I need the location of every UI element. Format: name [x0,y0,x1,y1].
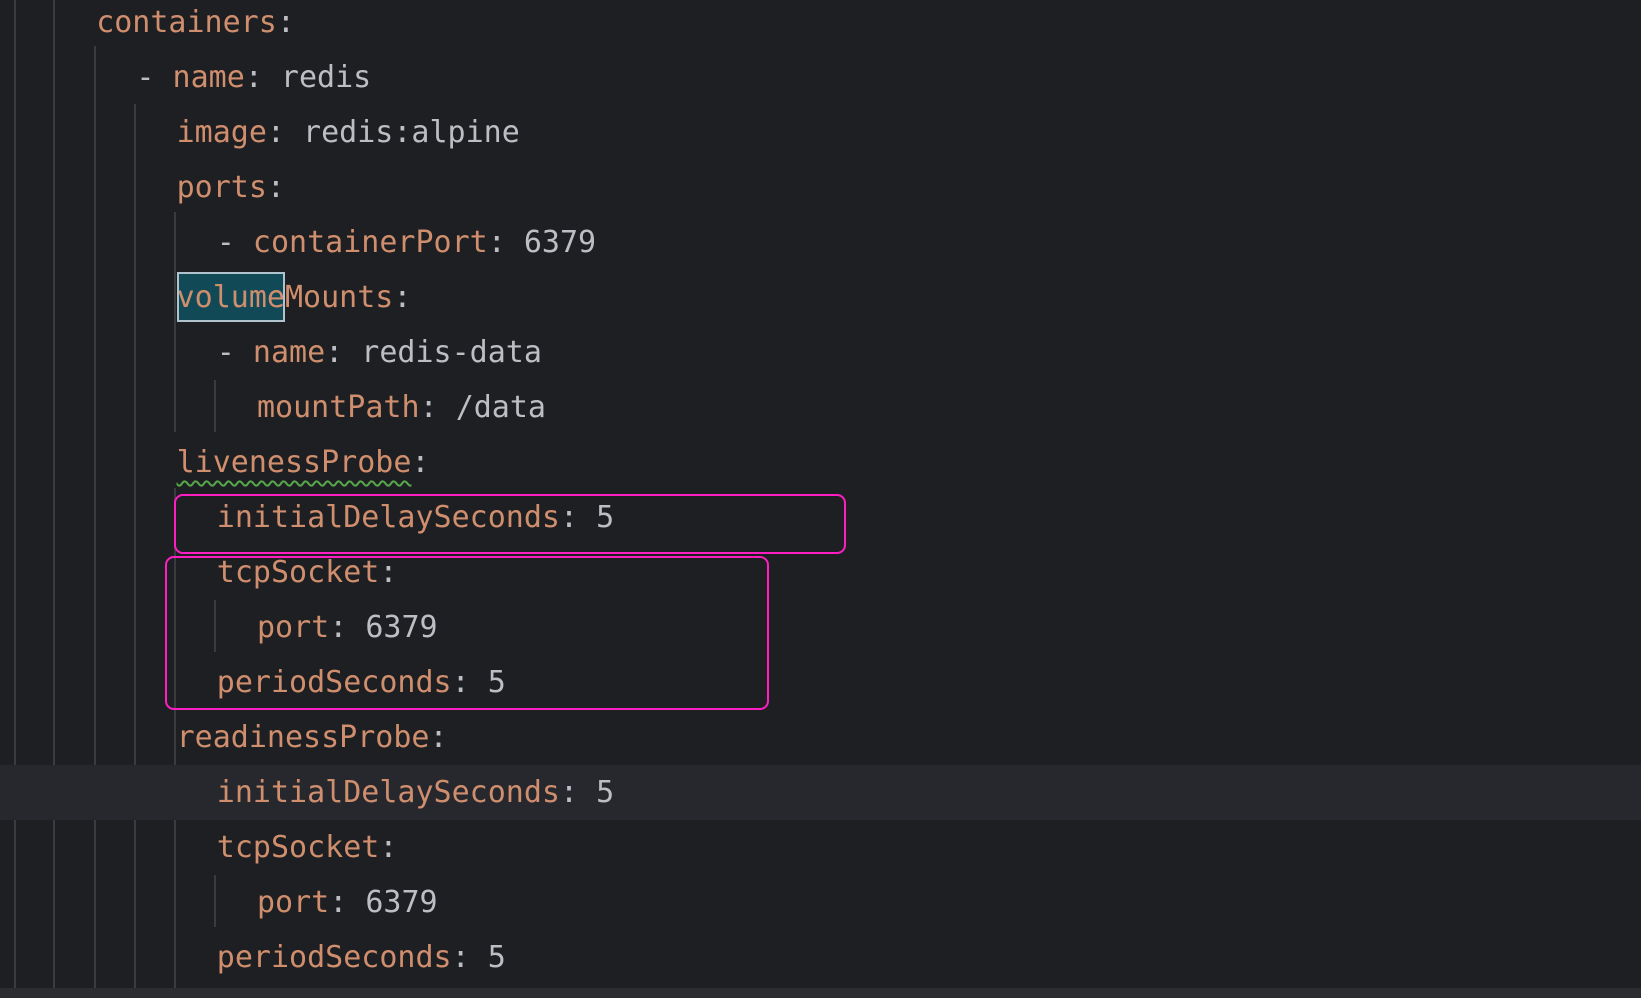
yaml-token: : [393,280,412,315]
yaml-key-token: Mounts [284,280,394,315]
code-line-content: initialDelaySeconds: 5 [217,765,614,820]
yaml-token: 6379 [523,225,597,260]
yaml-token: 6379 [365,610,438,645]
code-line-content: tcpSocket: [217,545,398,600]
yaml-token: : [244,60,281,95]
yaml-key-token: tcpSocket [216,830,380,865]
yaml-token: 6379 [365,885,438,920]
search-match-token: volume [176,272,285,322]
yaml-key-token: initialDelaySeconds [216,500,560,535]
yaml-token: : [266,170,285,205]
code-line-content: tcpSocket: [217,820,398,875]
code-line[interactable]: mountPath: /data [0,380,1641,435]
yaml-key-token: name [252,335,326,370]
yaml-key-token: livenessProbe [176,445,412,480]
code-line[interactable]: containers: [0,0,1641,50]
yaml-token: 5 [487,665,506,700]
code-line[interactable]: - name: redis [0,50,1641,105]
yaml-key-token: containerPort [252,225,488,260]
code-line[interactable]: initialDelaySeconds: 5 [0,490,1641,545]
code-line-content: initialDelaySeconds: 5 [217,490,614,545]
yaml-token: : [266,115,304,150]
code-line-content: - name: redis-data [217,325,542,380]
yaml-key-token: readinessProbe [176,720,430,755]
yaml-key-token: initialDelaySeconds [216,775,560,810]
yaml-token: 5 [487,940,506,975]
yaml-token: /data [455,390,546,425]
yaml-token: : [419,390,456,425]
code-line[interactable]: tcpSocket: [0,545,1641,600]
code-line[interactable]: - containerPort: 6379 [0,215,1641,270]
yaml-token: : [411,445,430,480]
code-line[interactable]: port: 6379 [0,600,1641,655]
code-line[interactable]: livenessProbe: [0,435,1641,490]
yaml-token: redis:alpine [303,115,520,150]
code-line[interactable]: periodSeconds: 5 [0,930,1641,985]
yaml-token: 5 [596,775,615,810]
code-line-content: ports: [177,160,285,215]
code-line[interactable]: periodSeconds: 5 [0,655,1641,710]
code-line-content: port: 6379 [257,875,438,930]
code-line-content: mountPath: /data [257,380,546,435]
code-line[interactable]: readinessProbe: [0,710,1641,765]
code-line-content: readinessProbe: [177,710,448,765]
yaml-key-token: mountPath [257,390,420,425]
yaml-key-token: ports [176,170,267,205]
yaml-key-token: containers [96,5,277,40]
horizontal-scrollbar[interactable] [0,988,1641,998]
yaml-token: : [451,665,488,700]
code-line[interactable]: port: 6379 [0,875,1641,930]
yaml-token: - [216,225,253,260]
yaml-key-token: tcpSocket [216,555,380,590]
code-line[interactable]: tcpSocket: [0,820,1641,875]
yaml-key-token: periodSeconds [216,940,452,975]
yaml-token: : [325,335,362,370]
yaml-token: - [136,60,173,95]
yaml-token: : [559,500,597,535]
code-line-content: periodSeconds: 5 [217,930,506,985]
yaml-key-token: image [176,115,267,150]
yaml-token: : [379,830,398,865]
yaml-key-token: port [257,885,330,920]
code-line-content: - containerPort: 6379 [217,215,596,270]
code-line-content: containers: [96,0,295,50]
yaml-token: : [329,885,366,920]
code-line[interactable]: initialDelaySeconds: 5 [0,765,1641,820]
code-editor[interactable]: containers: - name: redis image: redis:alp… [0,0,1641,998]
code-line[interactable]: - name: redis-data [0,325,1641,380]
yaml-token: 5 [596,500,615,535]
code-line-content: volumeMounts: [176,270,412,325]
yaml-token: : [487,225,524,260]
yaml-token: : [559,775,597,810]
code-line-content: livenessProbe: [177,435,430,490]
code-line-content: periodSeconds: 5 [217,655,506,710]
code-line-content: - name: redis [136,50,371,105]
code-line[interactable]: image: redis:alpine [0,105,1641,160]
yaml-token: redis [280,60,372,95]
code-line[interactable]: volumeMounts: [0,270,1641,325]
code-line-content: image: redis:alpine [177,105,520,160]
yaml-token: redis-data [361,335,542,370]
yaml-token: : [329,610,366,645]
yaml-key-token: name [172,60,245,95]
yaml-key-token: periodSeconds [216,665,452,700]
yaml-token: : [451,940,488,975]
yaml-token: : [379,555,398,590]
yaml-key-token: port [257,610,330,645]
yaml-token: : [276,5,295,40]
code-line-content: port: 6379 [257,600,438,655]
code-line[interactable]: ports: [0,160,1641,215]
yaml-token: - [216,335,253,370]
yaml-token: : [429,720,448,755]
